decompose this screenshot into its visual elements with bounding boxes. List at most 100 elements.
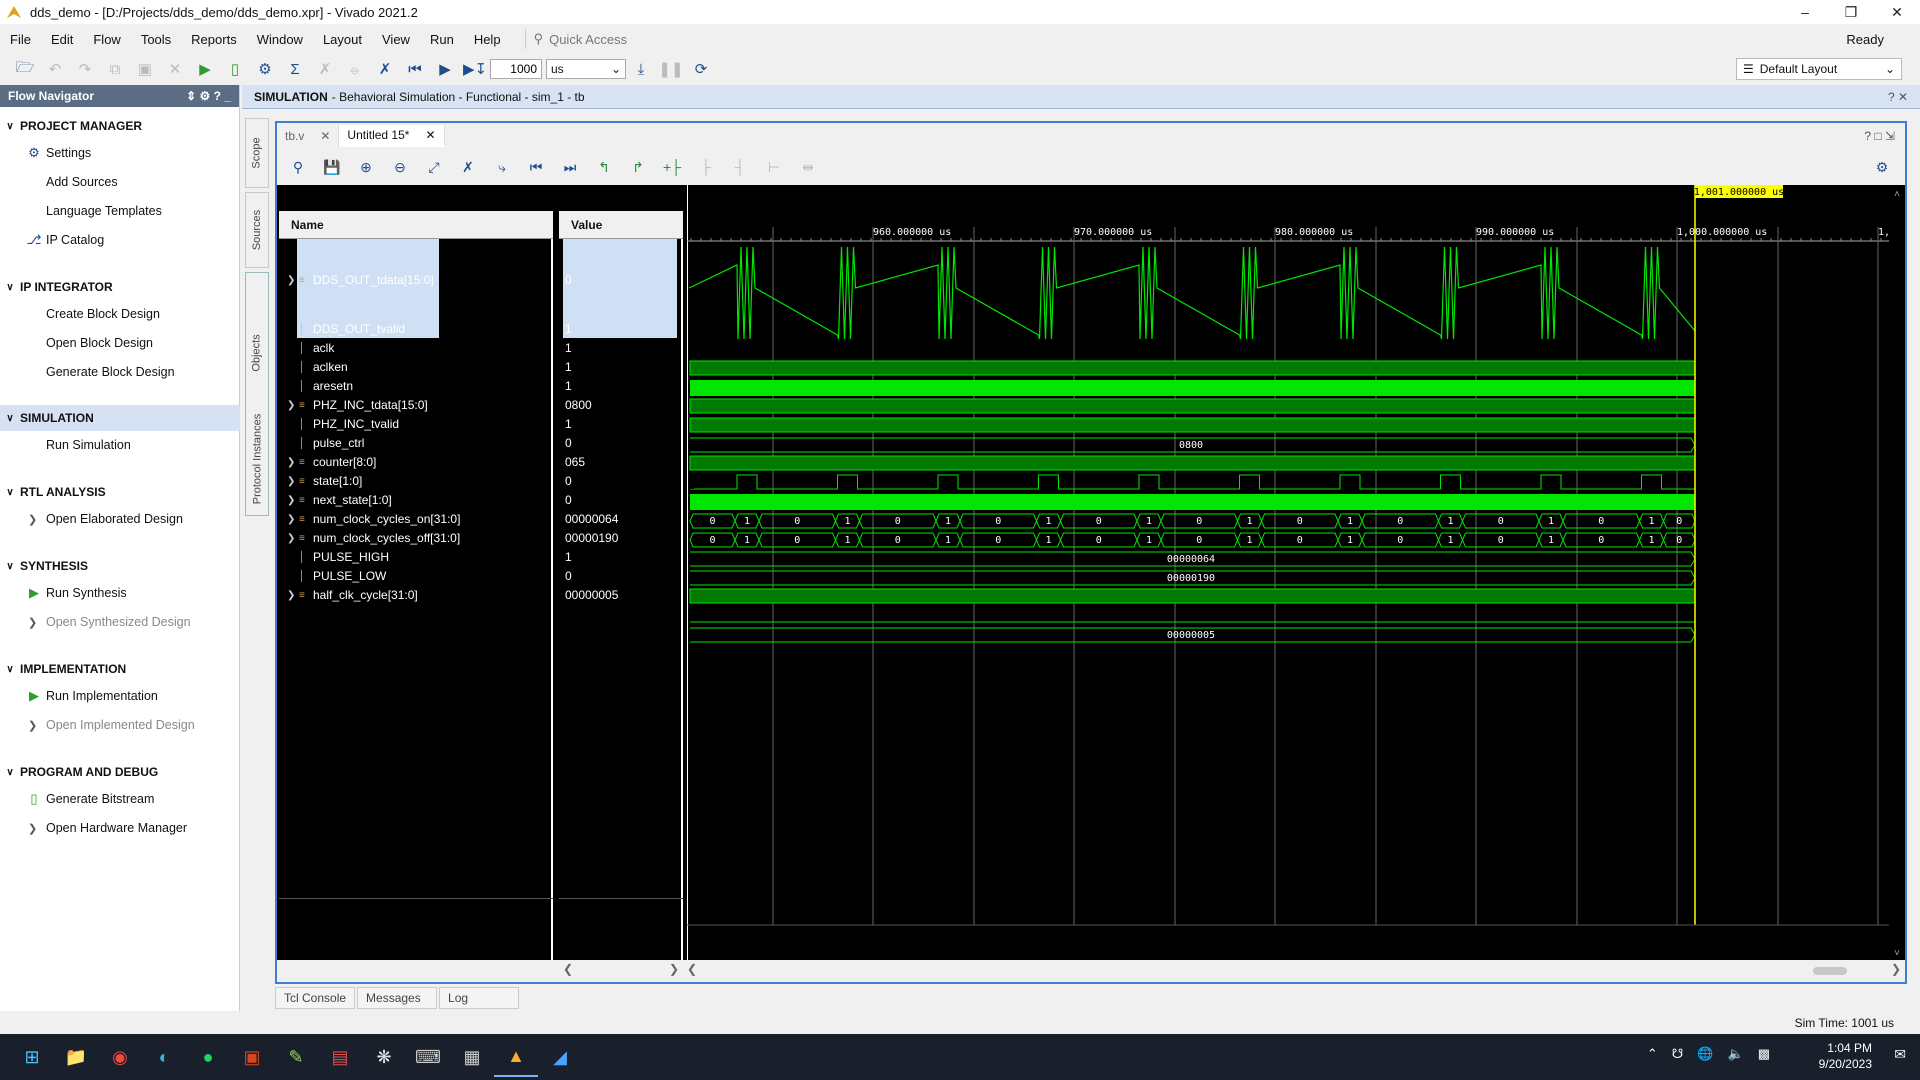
tab-messages[interactable]: Messages	[357, 987, 438, 1009]
signal-row-name[interactable]: ❯ ≡ half_clk_cycle[31:0]	[279, 585, 418, 605]
tab-tcl-console[interactable]: Tcl Console	[275, 987, 356, 1009]
minimize-icon[interactable]: –	[1782, 0, 1828, 24]
nav-project-manager[interactable]: ∨ PROJECT MANAGER	[0, 115, 240, 137]
nav-program-debug[interactable]: ∨ PROGRAM AND DEBUG	[0, 761, 240, 783]
chevron-right-icon[interactable]: ❯	[287, 590, 299, 601]
signal-row-name[interactable]: ❯ ≡ num_clock_cycles_on[31:0]	[279, 509, 460, 529]
signal-row-name[interactable]: ❯ ≡ PHZ_INC_tdata[15:0]	[279, 395, 428, 415]
menu-view[interactable]: View	[372, 32, 420, 47]
search-icon[interactable]: ⚲	[281, 155, 315, 179]
tab-tb-v[interactable]: tb.v ✕	[277, 125, 340, 147]
name-column-header[interactable]: Name	[279, 211, 553, 239]
windows-start-icon[interactable]: ⊞	[10, 1037, 54, 1077]
close-icon[interactable]: ✕	[1874, 0, 1920, 24]
signal-row-name[interactable]: │ aresetn	[279, 376, 353, 396]
value-column-header[interactable]: Value	[559, 211, 683, 239]
signal-row-name[interactable]: ❯ ≡ DDS_OUT_tdata[15:0]	[279, 270, 434, 290]
chevron-up-icon[interactable]: ⌃	[1647, 1046, 1658, 1062]
signal-row-name[interactable]: │ aclken	[279, 357, 348, 377]
nav-open-hw-manager[interactable]: ❯ Open Hardware Manager	[0, 817, 240, 839]
copy-icon[interactable]: ⧉	[100, 56, 130, 82]
nav-ip-catalog[interactable]: ⎇ IP Catalog	[0, 229, 240, 251]
signal-row-name[interactable]: │ PHZ_INC_tvalid	[279, 414, 399, 434]
nav-open-block[interactable]: Open Block Design	[0, 332, 240, 354]
app-blue-icon[interactable]: ◢	[538, 1037, 582, 1077]
nav-open-elaborated[interactable]: ❯ Open Elaborated Design	[0, 508, 240, 530]
help-close-icon[interactable]: ? ✕	[1888, 90, 1908, 104]
kicad-icon[interactable]: ▤	[318, 1037, 362, 1077]
chevron-right-icon[interactable]: ❯	[287, 476, 299, 487]
swap-cursors-icon[interactable]: ⊢	[757, 155, 791, 179]
signal-row-name[interactable]: │ DDS_OUT_tvalid	[279, 319, 405, 339]
file-explorer-icon[interactable]: 📁	[54, 1037, 98, 1077]
nav-generate-bitstream[interactable]: ▯ Generate Bitstream	[0, 788, 240, 810]
redo-icon[interactable]: ↷	[70, 56, 100, 82]
signal-row-name[interactable]: ❯ ≡ num_clock_cycles_off[31:0]	[279, 528, 460, 548]
chevron-right-icon[interactable]: ❯	[287, 457, 299, 468]
relaunch-icon[interactable]: ⟳	[686, 56, 716, 82]
menu-reports[interactable]: Reports	[181, 32, 247, 47]
chevron-right-icon[interactable]: ❯	[287, 514, 299, 525]
cross-probe-icon[interactable]: ✗	[370, 56, 400, 82]
tab-sources[interactable]: Sources	[245, 192, 269, 268]
nav-open-synthesized[interactable]: ❯ Open Synthesized Design	[0, 611, 240, 633]
network-icon[interactable]: ☋	[1672, 1046, 1684, 1062]
generate-bitstream-icon[interactable]: ▯	[220, 56, 250, 82]
nav-synthesis[interactable]: ∨ SYNTHESIS	[0, 555, 240, 577]
battery-icon[interactable]: ▩	[1758, 1046, 1770, 1062]
run-for-icon[interactable]: ▶↧	[460, 56, 490, 82]
close-icon[interactable]: ✕	[425, 128, 435, 142]
nav-language-templates[interactable]: Language Templates	[0, 200, 240, 222]
zoom-fit-icon[interactable]: ⤢	[417, 155, 451, 179]
signal-row-name[interactable]: │ pulse_ctrl	[279, 433, 364, 453]
restart-icon[interactable]: ⏮	[400, 56, 430, 82]
quick-access-search[interactable]: ⚲ Quick Access	[524, 29, 695, 49]
nav-rtl-analysis[interactable]: ∨ RTL ANALYSIS	[0, 481, 240, 503]
tab-scope[interactable]: Scope	[245, 118, 269, 188]
prev-transition-icon[interactable]: ↰	[587, 155, 621, 179]
volume-icon[interactable]: 🔈	[1728, 1046, 1744, 1062]
chrome-icon[interactable]: ◉	[98, 1037, 142, 1077]
globe-icon[interactable]: 🌐	[1697, 1046, 1713, 1062]
chevron-right-icon[interactable]: ❯	[287, 400, 299, 411]
prev-marker-icon[interactable]: ├	[689, 155, 723, 179]
powerpoint-icon[interactable]: ▣	[230, 1037, 274, 1077]
menu-edit[interactable]: Edit	[41, 32, 83, 47]
next-transition-icon[interactable]: ↱	[621, 155, 655, 179]
close-icon[interactable]: ✕	[320, 129, 330, 143]
slack-icon[interactable]: ❋	[362, 1037, 406, 1077]
nav-settings[interactable]: ⚙ Settings	[0, 142, 240, 164]
maximize-icon[interactable]: ❐	[1828, 0, 1874, 24]
goto-cursor-icon[interactable]: ⤷	[485, 155, 519, 179]
signal-row-name[interactable]: ❯ ≡ next_state[1:0]	[279, 490, 392, 510]
run-time-input[interactable]	[490, 59, 542, 79]
save-icon[interactable]: 💾	[315, 155, 349, 179]
chevron-right-icon[interactable]: ❯	[669, 962, 679, 976]
clock[interactable]: 1:04 PM 9/20/2023	[1819, 1040, 1872, 1072]
zoom-in-icon[interactable]: ⊕	[349, 155, 383, 179]
open-project-icon[interactable]: 🗁	[10, 56, 40, 82]
terminal-icon[interactable]: ⌨	[406, 1037, 450, 1077]
signal-row-name[interactable]: │ PULSE_HIGH	[279, 547, 389, 567]
menu-flow[interactable]: Flow	[83, 32, 130, 47]
chevron-right-icon[interactable]: ❯	[287, 533, 299, 544]
notepad-icon[interactable]: ✎	[274, 1037, 318, 1077]
chevron-right-icon[interactable]: ❯	[1891, 962, 1901, 976]
nav-run-synthesis[interactable]: ▶ Run Synthesis	[0, 582, 240, 604]
run-icon[interactable]: ▶	[190, 56, 220, 82]
settings-gear-icon[interactable]: ⚙	[250, 56, 280, 82]
notification-icon[interactable]: ✉	[1894, 1046, 1906, 1063]
signal-row-name[interactable]: ❯ ≡ counter[8:0]	[279, 452, 376, 472]
nav-simulation[interactable]: ∨ SIMULATION	[0, 405, 240, 431]
chevron-left-icon[interactable]: ❮	[563, 962, 573, 976]
edge-icon[interactable]: ◐	[142, 1037, 186, 1077]
panel-controls-icon[interactable]: ⇕ ⚙ ? _	[186, 89, 231, 103]
nav-run-simulation[interactable]: Run Simulation	[0, 434, 240, 456]
tool-disabled-icon[interactable]: ✗	[310, 56, 340, 82]
chevron-right-icon[interactable]: ❯	[287, 275, 299, 286]
add-marker-icon[interactable]: +├	[655, 155, 689, 179]
nav-create-block[interactable]: Create Block Design	[0, 303, 240, 325]
nav-generate-block[interactable]: Generate Block Design	[0, 361, 240, 383]
menu-file[interactable]: File	[0, 32, 41, 47]
window-controls-icon[interactable]: ? □ ⇲	[1864, 125, 1905, 147]
